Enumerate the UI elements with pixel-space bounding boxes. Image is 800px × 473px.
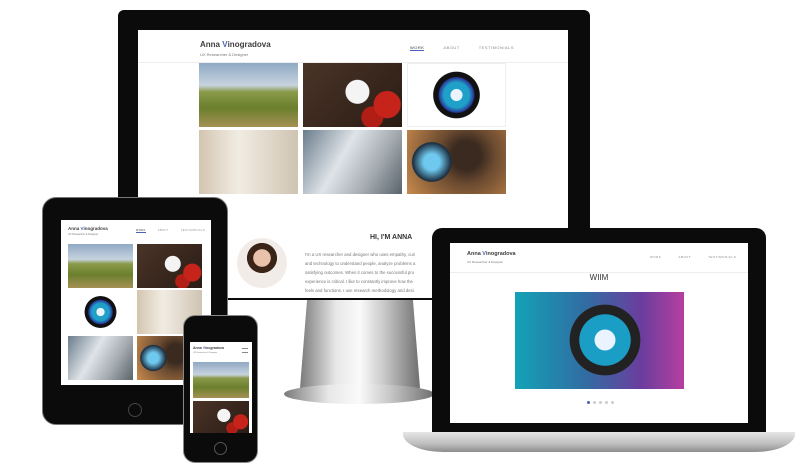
carousel-dots[interactable] xyxy=(587,401,614,404)
watch-icon xyxy=(565,300,645,380)
logo-text: inogradova xyxy=(485,251,516,257)
carousel-dot[interactable] xyxy=(605,401,608,404)
logo-text: Anna xyxy=(200,40,223,49)
site-header: Anna Vinogradova UX Researcher & Designe… xyxy=(450,243,748,273)
portfolio-tile[interactable] xyxy=(407,130,506,194)
site-subtitle: UX Researcher & Designer xyxy=(467,260,504,264)
portfolio-tile[interactable] xyxy=(193,362,249,398)
portfolio-tile[interactable] xyxy=(137,244,202,288)
site-logo[interactable]: Anna Vinogradova xyxy=(68,226,108,231)
site-header: Anna Vinogradova UX Researcher & Designe… xyxy=(138,30,568,63)
nav-about[interactable]: ABOUT xyxy=(678,255,691,259)
logo-text: Anna xyxy=(467,251,483,257)
site-logo[interactable]: Anna Vinogradova xyxy=(200,40,271,49)
nav-work[interactable]: WORK xyxy=(650,255,661,259)
portfolio-tile[interactable] xyxy=(407,63,506,127)
portfolio-tile[interactable] xyxy=(199,130,298,194)
site-nav: WORK ABOUT TESTIMONIALS xyxy=(136,229,205,233)
site-logo[interactable]: Anna Vinogradova xyxy=(193,346,224,350)
desktop-stand-neck xyxy=(300,298,420,388)
about-line: experience is critical. I like to consta… xyxy=(305,279,413,284)
desktop-stand-base xyxy=(284,384,434,404)
avatar xyxy=(237,238,287,288)
site-subtitle: UX Researcher & Designer xyxy=(193,352,218,354)
nav-about[interactable]: ABOUT xyxy=(443,45,459,51)
site-subtitle: UX Researcher & Designer xyxy=(68,233,99,236)
about-line: I'm a UX researcher and designer who use… xyxy=(305,252,416,257)
logo-text: inogradova xyxy=(83,226,108,231)
about-heading: HI, I'M ANNA xyxy=(370,234,413,241)
phone: Anna Vinogradova UX Researcher & Designe… xyxy=(183,315,258,463)
about-line: satisfying outcomes. When it comes to th… xyxy=(305,270,415,275)
portfolio-tile[interactable] xyxy=(303,63,402,127)
portfolio-tile[interactable] xyxy=(68,290,133,334)
portfolio-tile[interactable] xyxy=(303,130,402,194)
carousel-dot[interactable] xyxy=(593,401,596,404)
portfolio-tile[interactable] xyxy=(199,63,298,127)
nav-testimonials[interactable]: TESTIMONIALS xyxy=(479,45,514,51)
carousel-dot[interactable] xyxy=(587,401,590,404)
laptop-lid: Anna Vinogradova UX Researcher & Designe… xyxy=(432,228,766,434)
site-nav: WORK ABOUT TESTIMONIALS xyxy=(410,45,514,51)
home-button[interactable] xyxy=(128,403,142,417)
logo-text: inogradova xyxy=(205,346,224,350)
carousel-dot[interactable] xyxy=(611,401,614,404)
nav-work[interactable]: WORK xyxy=(410,45,425,51)
site-logo[interactable]: Anna Vinogradova xyxy=(467,251,516,257)
logo-text: Anna xyxy=(193,346,203,350)
about-text: I'm a UX researcher and designer who use… xyxy=(305,250,415,295)
laptop-screen: Anna Vinogradova UX Researcher & Designe… xyxy=(450,243,748,423)
portfolio-tile[interactable] xyxy=(68,336,133,380)
about-line: and technology to understand people, ana… xyxy=(305,261,416,266)
site-nav: WORK ABOUT TESTIMONIALS xyxy=(650,255,736,259)
carousel-dot[interactable] xyxy=(599,401,602,404)
nav-about[interactable]: ABOUT xyxy=(158,229,169,233)
logo-text: Anna xyxy=(68,226,81,231)
home-button[interactable] xyxy=(214,442,227,455)
nav-testimonials[interactable]: TESTIMONIALS xyxy=(708,255,736,259)
logo-text: inogradova xyxy=(227,40,271,49)
nav-testimonials[interactable]: TESTIMONIALS xyxy=(181,229,205,233)
portfolio-tile[interactable] xyxy=(193,401,249,433)
laptop-base xyxy=(403,432,795,452)
project-hero-image[interactable] xyxy=(515,292,684,389)
phone-screen: Anna Vinogradova UX Researcher & Designe… xyxy=(190,342,252,433)
portfolio-tile[interactable] xyxy=(68,244,133,288)
about-line: feels and functions. I use research meth… xyxy=(305,288,414,293)
project-title: WIIM xyxy=(589,273,609,282)
site-subtitle: UX Researcher & Designer xyxy=(200,52,249,57)
nav-work[interactable]: WORK xyxy=(136,229,146,233)
menu-icon[interactable] xyxy=(242,348,248,353)
